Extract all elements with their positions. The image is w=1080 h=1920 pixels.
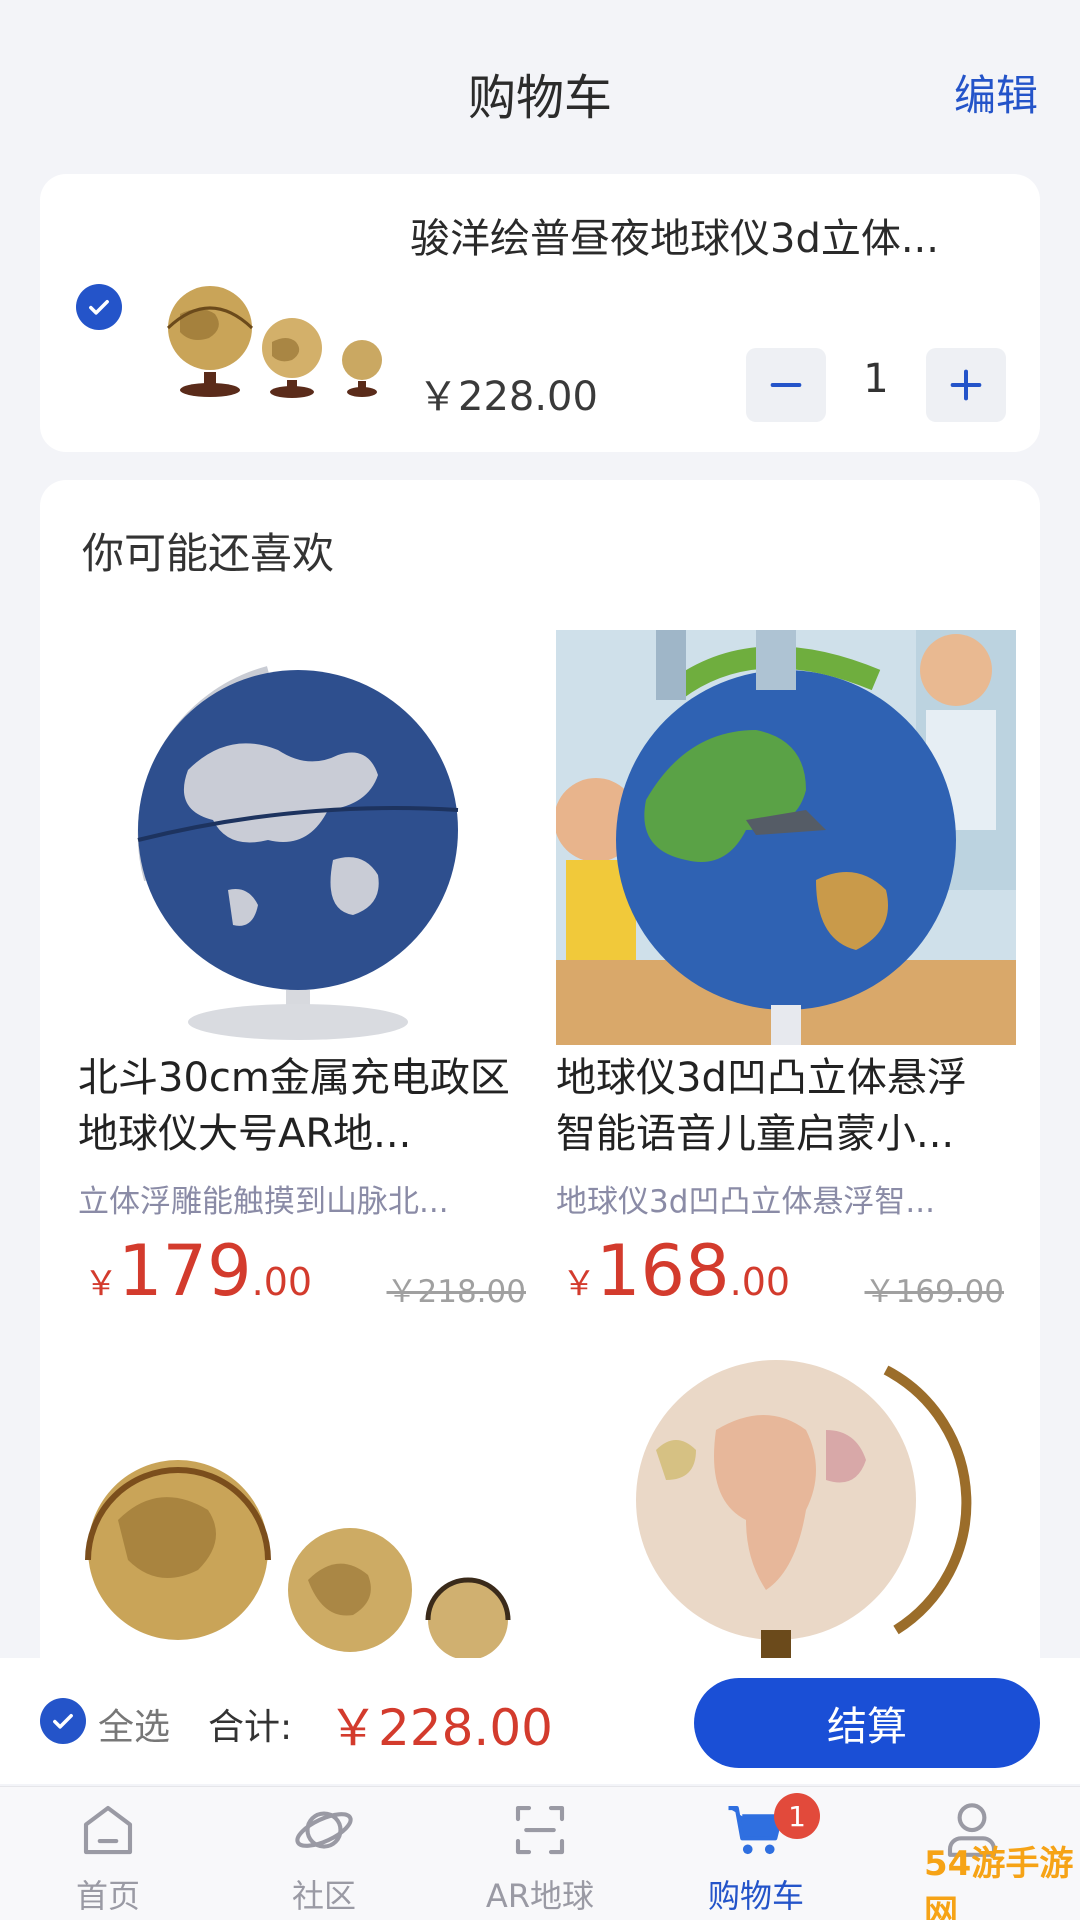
tab-community[interactable]: 社区: [224, 1797, 424, 1917]
product-description: 立体浮雕能触摸到山脉北...: [78, 1184, 449, 1220]
product-image[interactable]: [78, 1350, 538, 1660]
currency-symbol: ￥: [562, 1264, 596, 1304]
edit-button[interactable]: 编辑: [954, 62, 1038, 123]
total-label: 合计:: [208, 1707, 293, 1748]
product-name[interactable]: 北斗30cm金属充电政区地球仪大号AR地...: [78, 1050, 518, 1162]
section-title: 你可能还喜欢: [82, 529, 335, 578]
minus-icon: [770, 383, 802, 387]
product-price: ￥168.00: [562, 1230, 790, 1312]
select-all-checkbox[interactable]: [40, 1698, 86, 1744]
home-icon: [83, 1805, 133, 1855]
tab-cart[interactable]: 1 购物车: [656, 1793, 856, 1917]
checkout-bar: 全选 合计: ￥228.00 结算: [0, 1658, 1080, 1784]
tab-label: 社区: [291, 1877, 356, 1915]
tab-home[interactable]: 首页: [8, 1797, 208, 1917]
cart-badge: 1: [774, 1793, 820, 1839]
product-name[interactable]: 地球仪3d凹凸立体悬浮智能语音儿童启蒙小...: [556, 1050, 996, 1162]
price-integer: 179: [118, 1230, 252, 1312]
select-all-label[interactable]: 全选: [98, 1698, 170, 1750]
product-image[interactable]: [556, 1350, 1016, 1660]
tab-label: AR地球: [485, 1877, 595, 1915]
cart-item-price: ￥228.00: [418, 374, 598, 420]
currency-symbol: ￥: [84, 1264, 118, 1304]
scan-icon: [515, 1805, 565, 1855]
check-icon: [53, 1714, 73, 1729]
tab-bar: 首页 社区 AR地球 1 购物车 54游手游网: [0, 1786, 1080, 1920]
cart-item: 骏洋绘普昼夜地球仪3d立体... ￥228.00 1: [40, 174, 1040, 452]
product-image: [556, 630, 1016, 1045]
original-price: ￥218.00: [386, 1274, 526, 1310]
check-icon: [89, 300, 109, 315]
plus-icon: [950, 369, 982, 401]
price-decimal: .00: [729, 1260, 791, 1304]
product-description: 地球仪3d凹凸立体悬浮智...: [556, 1184, 935, 1220]
cart-item-name[interactable]: 骏洋绘普昼夜地球仪3d立体...: [410, 206, 1010, 264]
tab-label: 首页: [75, 1877, 140, 1915]
watermark-logo: 54游手游网: [924, 1844, 1074, 1920]
recommendations-section: 你可能还喜欢 北斗30cm金属充电政区地球仪大号AR地... 立体浮雕能触摸到山…: [40, 480, 1040, 1780]
tab-ar-globe[interactable]: AR地球: [440, 1797, 640, 1917]
price-integer: 168: [596, 1230, 730, 1312]
tab-label: 购物车: [707, 1877, 804, 1915]
product-image: [78, 630, 538, 1045]
total-value: ￥228.00: [328, 1699, 553, 1757]
page-title: 购物车: [467, 70, 612, 126]
quantity-value: 1: [863, 356, 889, 402]
decrease-quantity-button[interactable]: [746, 348, 826, 422]
checkout-button[interactable]: 结算: [694, 1678, 1040, 1768]
increase-quantity-button[interactable]: [926, 348, 1006, 422]
original-price: ￥169.00: [864, 1274, 1004, 1310]
planet-icon: [295, 1811, 353, 1849]
item-checkbox[interactable]: [76, 284, 122, 330]
header: 购物车 编辑: [0, 0, 1080, 180]
product-thumbnail[interactable]: [150, 264, 430, 414]
price-decimal: .00: [251, 1260, 313, 1304]
product-price: ￥179.00: [84, 1230, 312, 1312]
